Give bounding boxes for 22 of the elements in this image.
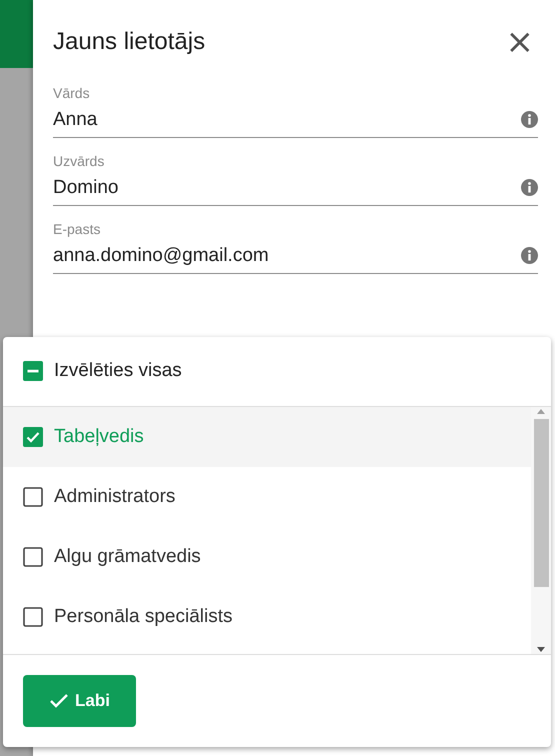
text-field[interactable]: Domino xyxy=(53,171,538,206)
text-field[interactable]: anna.domino@gmail.com xyxy=(53,239,538,274)
close-button[interactable]: × xyxy=(502,27,538,57)
field-label: E-pasts xyxy=(53,220,100,238)
checkbox[interactable] xyxy=(23,606,43,627)
field-label: Uzvārds xyxy=(53,152,104,170)
ok-button[interactable]: Labi xyxy=(23,675,136,727)
checkbox[interactable] xyxy=(23,361,43,382)
text-field[interactable]: Anna xyxy=(53,103,538,138)
checkbox[interactable] xyxy=(23,486,43,507)
checkbox[interactable] xyxy=(23,546,43,567)
app-header xyxy=(0,0,33,68)
info-icon[interactable] xyxy=(521,247,538,264)
scrollbar[interactable] xyxy=(531,406,551,654)
info-icon[interactable] xyxy=(521,111,538,128)
field-label: Vārds xyxy=(53,84,90,102)
info-icon[interactable] xyxy=(521,179,538,196)
check-icon xyxy=(49,693,70,709)
checkbox[interactable] xyxy=(23,426,43,447)
scroll-up-icon[interactable] xyxy=(536,406,546,417)
scroll-down-icon[interactable] xyxy=(536,644,546,654)
dialog-title: Jauns lietotājs xyxy=(53,28,206,56)
